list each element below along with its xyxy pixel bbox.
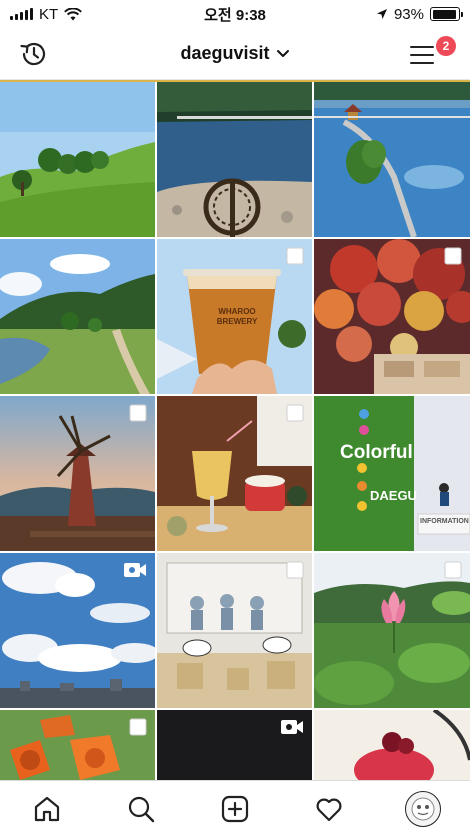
tab-add-post[interactable]: [213, 787, 257, 831]
grid-post[interactable]: [0, 239, 155, 394]
multiple-photos-icon: [129, 404, 147, 422]
multiple-photos-icon: [286, 561, 304, 579]
signal-icon: [10, 8, 33, 20]
park-pond-photo: [0, 239, 155, 394]
grid-post[interactable]: [157, 553, 312, 708]
profile-header: daeguvisit 2: [0, 28, 470, 80]
grid-post[interactable]: [0, 82, 155, 237]
wifi-icon: [64, 7, 83, 20]
menu-button[interactable]: 2: [408, 36, 456, 70]
history-button[interactable]: [18, 38, 50, 70]
battery-icon: [430, 7, 463, 21]
grid-post[interactable]: [0, 396, 155, 551]
wall-sign-line1: Colorful: [340, 442, 413, 463]
tab-profile[interactable]: [401, 787, 445, 831]
colorful-daegu-wall-photo: [314, 396, 470, 551]
video-icon: [281, 720, 303, 734]
info-desk-sign: INFORMATION: [420, 518, 469, 525]
tab-search[interactable]: [119, 787, 163, 831]
wall-sign-line2: DAEGU: [370, 488, 417, 503]
grid-post[interactable]: [314, 553, 470, 708]
status-right: 93%: [376, 5, 463, 23]
username-title: daeguvisit: [180, 43, 270, 63]
multiple-photos-icon: [444, 561, 462, 579]
profile-avatar: [405, 790, 441, 827]
heart-icon: [316, 798, 342, 821]
multiple-photos-icon: [286, 404, 304, 422]
grid-post[interactable]: [0, 710, 155, 780]
bottom-tab-bar: [0, 780, 470, 836]
home-icon: [34, 796, 60, 821]
green-hill-photo: [0, 82, 155, 237]
lake-pavilion-photo: [314, 82, 470, 237]
strawberry-dessert-photo: [314, 710, 470, 780]
chevron-down-icon: [276, 49, 289, 57]
video-icon: [124, 563, 146, 577]
status-bar: KT 오전 9:38 93%: [0, 0, 470, 28]
battery-fill: [432, 9, 456, 19]
multiple-photos-icon: [286, 247, 304, 265]
grid-post[interactable]: Colorful DAEGU INFORMATION: [314, 396, 470, 551]
grid-post[interactable]: [314, 82, 470, 237]
battery-percent: 93%: [393, 5, 424, 23]
history-icon: [20, 42, 46, 66]
grid-post[interactable]: [157, 396, 312, 551]
grid-post[interactable]: [157, 710, 312, 780]
location-arrow-icon: [376, 9, 387, 19]
multiple-photos-icon: [444, 247, 462, 265]
profile-logo-icon: [411, 797, 435, 820]
tab-activity[interactable]: [307, 787, 351, 831]
beer-cup-print: WHAROO BREWERY: [216, 307, 258, 326]
grid-post[interactable]: [314, 710, 470, 780]
status-left: KT: [10, 5, 83, 23]
search-icon: [128, 796, 155, 822]
multiple-photos-icon: [129, 718, 147, 736]
grid-post[interactable]: [314, 239, 470, 394]
add-post-icon: [221, 795, 249, 822]
grid-post[interactable]: WHAROO BREWERY: [157, 239, 312, 394]
carrier-label: KT: [39, 5, 59, 23]
grid-post[interactable]: [0, 553, 155, 708]
account-switcher[interactable]: daeguvisit: [180, 43, 289, 64]
photo-grid: WHAROO BREWERY Colorful DAEGU INFORMATIO…: [0, 82, 470, 780]
lake-boardwalk-photo: [157, 82, 312, 237]
tab-home[interactable]: [25, 787, 69, 831]
notification-badge: 2: [436, 36, 456, 56]
grid-post[interactable]: [157, 82, 312, 237]
menu-icon: [410, 46, 434, 64]
